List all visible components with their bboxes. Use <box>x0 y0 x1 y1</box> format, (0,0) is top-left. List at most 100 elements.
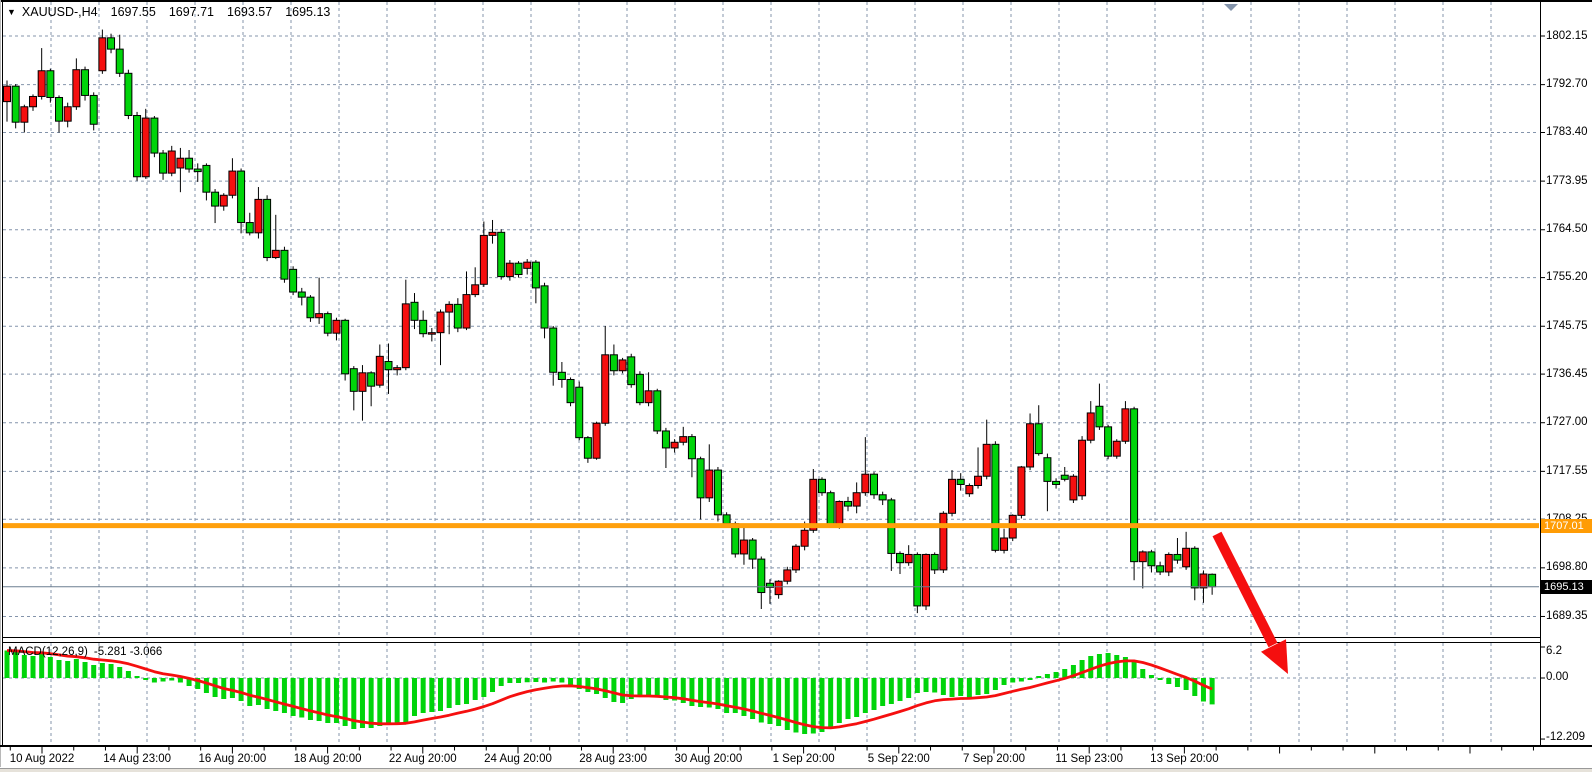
macd-bar <box>533 678 538 682</box>
trend-arrow-annotation[interactable] <box>1217 534 1288 674</box>
candle-body <box>168 151 175 173</box>
candle-body <box>1044 458 1051 482</box>
macd-bar <box>1002 678 1007 685</box>
macd-bar <box>31 656 36 678</box>
candle-body <box>671 442 678 448</box>
symbol-dropdown-icon[interactable]: ▼ <box>7 7 16 17</box>
candle-body <box>255 199 262 232</box>
candle-body <box>498 232 505 276</box>
macd-bar <box>421 678 426 713</box>
candle-body <box>1113 441 1120 456</box>
macd-bar <box>828 678 833 729</box>
candle-body <box>428 333 435 335</box>
candle-body <box>593 423 600 458</box>
candle-body <box>1165 554 1172 571</box>
macd-bar <box>48 657 53 678</box>
price-axis-label: 1764.50 <box>1546 223 1588 235</box>
time-axis-label: 13 Sep 20:00 <box>1150 753 1218 765</box>
macd-bar <box>230 678 235 698</box>
macd-bar <box>1114 655 1119 678</box>
macd-bar <box>65 661 70 678</box>
macd-signal-line <box>7 651 1212 728</box>
candle-body <box>1096 406 1103 427</box>
macd-bar <box>308 678 313 720</box>
candle-body <box>983 444 990 476</box>
time-axis-label: 10 Aug 2022 <box>10 753 75 765</box>
candle-body <box>610 355 617 371</box>
macd-bar <box>135 676 140 678</box>
candle-body <box>272 250 279 257</box>
candle-body <box>186 158 193 169</box>
macd-bar <box>845 678 850 719</box>
time-axis-label: 28 Aug 23:00 <box>579 753 647 765</box>
price-axis-label: 1736.45 <box>1546 368 1588 380</box>
macd-bar <box>819 678 824 732</box>
macd-bar <box>924 678 929 692</box>
candle-body <box>1174 554 1181 560</box>
candle-body <box>931 554 938 569</box>
candle-body <box>576 387 583 437</box>
candle-body <box>818 479 825 492</box>
candle-body <box>1183 548 1190 567</box>
macd-bar <box>1088 656 1093 678</box>
macd-values: -5.281 -3.066 <box>94 646 162 658</box>
candle-body <box>38 71 45 97</box>
candle-body <box>90 95 97 124</box>
candle-body <box>871 474 878 495</box>
candle-body <box>654 391 661 431</box>
macd-bar <box>1028 678 1033 680</box>
candle-body <box>706 470 713 498</box>
macd-bar <box>412 678 417 716</box>
chart-canvas[interactable] <box>0 0 1592 772</box>
macd-bar <box>932 678 937 693</box>
candle-body <box>402 304 409 368</box>
macd-bar <box>455 678 460 705</box>
candle-body <box>411 302 418 320</box>
macd-bar <box>299 678 304 718</box>
macd-bar <box>499 678 504 686</box>
candle-body <box>82 70 89 96</box>
macd-bar <box>863 678 868 713</box>
macd-bar <box>169 678 174 681</box>
candle-body <box>246 223 253 233</box>
candle-body <box>480 235 487 284</box>
window-bottom-edge <box>0 768 1592 772</box>
candle-body <box>385 361 392 369</box>
macd-axis-max-label: 6.2 <box>1546 645 1562 657</box>
macd-indicator-label: MACD(12,26,9)-5.281 -3.066 <box>8 646 162 658</box>
price-axis-label: 1727.00 <box>1546 416 1588 428</box>
candle-body <box>792 546 799 570</box>
hline-price-tag[interactable]: 1707.01 <box>1541 519 1592 533</box>
candle-body <box>229 171 236 195</box>
macd-bar <box>464 678 469 704</box>
macd-bar <box>611 678 616 702</box>
macd-bar <box>950 678 955 697</box>
macd-bar <box>1036 676 1041 678</box>
macd-bar <box>1201 678 1206 702</box>
price-axis-label: 1802.15 <box>1546 30 1588 42</box>
candle-body <box>697 459 704 498</box>
macd-bar <box>447 678 452 708</box>
candle-body <box>446 304 453 312</box>
candle-body <box>177 158 184 168</box>
candle-body <box>784 570 791 581</box>
macd-bar <box>369 678 374 728</box>
candle-body <box>628 357 635 385</box>
macd-bar <box>906 678 911 698</box>
candle-body <box>532 262 539 288</box>
candle-body <box>160 153 167 173</box>
macd-bar <box>429 678 434 712</box>
macd-bar <box>889 678 894 704</box>
macd-bar <box>880 678 885 706</box>
price-axis-label: 1773.95 <box>1546 175 1588 187</box>
candle-body <box>307 297 314 318</box>
macd-bar <box>126 671 131 678</box>
candle-body <box>688 437 695 459</box>
candle-body <box>827 493 834 525</box>
candle-body <box>1079 440 1086 496</box>
macd-bar <box>785 678 790 730</box>
candle-body <box>56 97 63 121</box>
candle-body <box>212 192 219 206</box>
candle-body <box>463 295 470 328</box>
candle-body <box>810 479 817 530</box>
